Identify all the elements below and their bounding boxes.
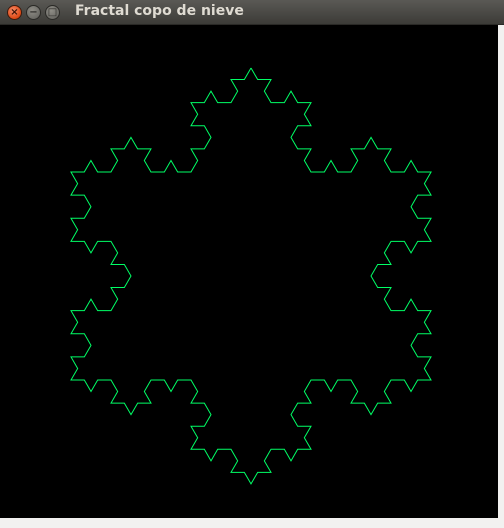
window-bottom-strip [0,518,504,528]
drawing-canvas [0,25,504,518]
close-button[interactable]: × [7,5,22,20]
application-window: × − □ Fractal copo de nieve [0,0,504,528]
koch-snowflake [70,67,432,485]
snowflake-outline [70,67,432,485]
title-bar[interactable]: × − □ Fractal copo de nieve [0,0,504,25]
minimize-icon: − [29,6,38,18]
maximize-button[interactable]: □ [45,5,60,20]
window-title: Fractal copo de nieve [75,3,244,19]
window-edge-strip [498,25,504,528]
minimize-button[interactable]: − [26,5,41,20]
maximize-icon: □ [47,6,58,18]
close-icon: × [10,6,19,18]
